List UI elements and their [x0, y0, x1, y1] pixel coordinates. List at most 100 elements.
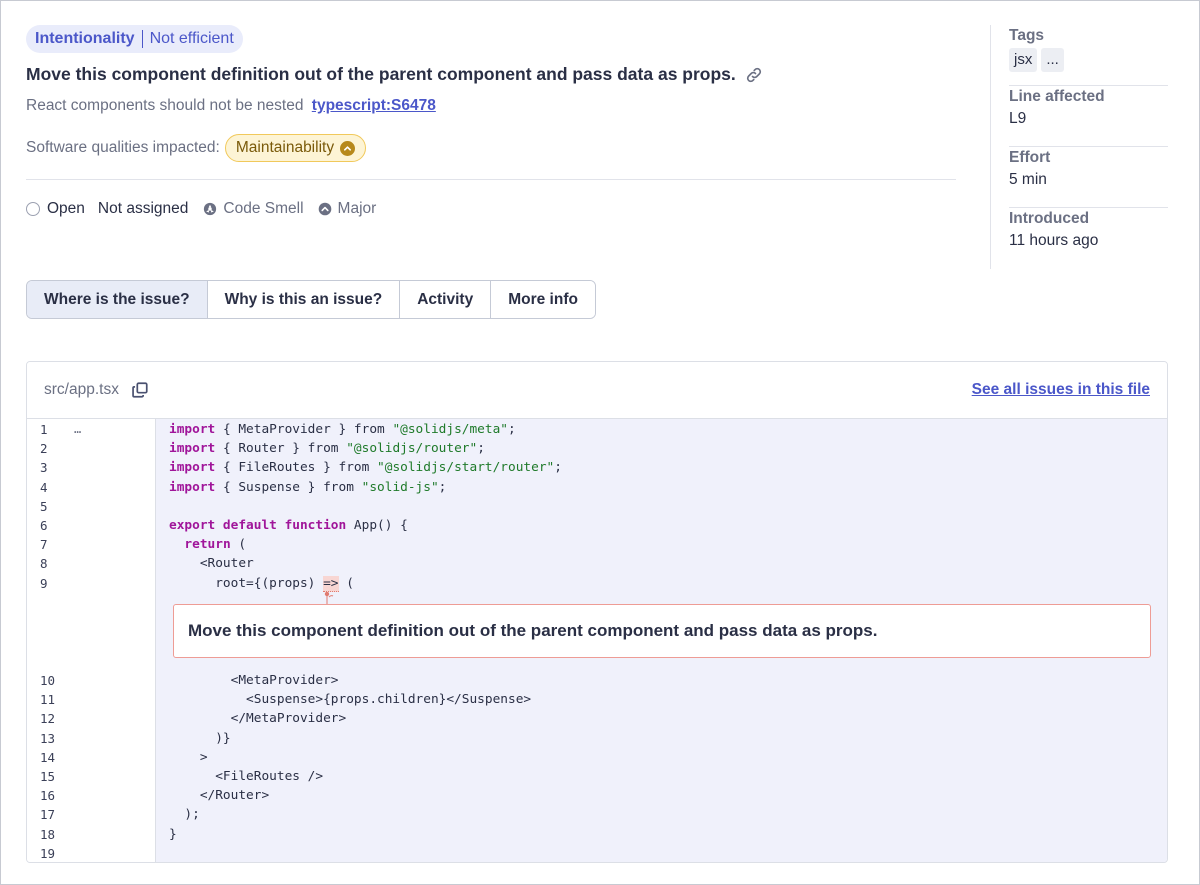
tags-more-button[interactable]: ... — [1041, 48, 1064, 72]
rule-key-link[interactable]: typescript:S6478 — [312, 97, 436, 114]
code-token: import — [169, 460, 216, 476]
copy-icon[interactable] — [131, 381, 149, 399]
line-source: </MetaProvider> — [169, 709, 347, 728]
effort-section: Effort 5 min — [1009, 147, 1168, 208]
badge-divider — [141, 30, 143, 48]
issue-severity: Major — [337, 200, 377, 217]
code-token: { Router } from — [215, 441, 347, 457]
see-all-issues-link[interactable]: See all issues in this file — [972, 381, 1150, 399]
line-source: <Suspense>{props.children}</Suspense> — [169, 690, 531, 709]
code-token: ; — [508, 422, 516, 437]
introduced-section: Introduced 11 hours ago — [1009, 208, 1168, 269]
line-affected-label: Line affected — [1009, 88, 1105, 105]
code-token: <FileRoutes /> — [169, 769, 324, 784]
code-token: ; — [438, 479, 447, 495]
code-token: } — [169, 826, 177, 842]
code-token: import — [169, 441, 216, 457]
line-number: 8 — [40, 556, 48, 572]
tab-more-info[interactable]: More info — [491, 281, 595, 318]
code-token: <MetaProvider> — [169, 673, 339, 688]
link-icon[interactable] — [745, 66, 763, 84]
code-token: <Router — [169, 556, 254, 572]
code-token: { MetaProvider } from — [215, 422, 393, 437]
rule-description: React components should not be nested ty… — [26, 97, 436, 115]
line-number: 2 — [40, 441, 48, 457]
line-number: 4 — [40, 479, 48, 495]
line-number: 6 — [40, 518, 48, 533]
code-token: return — [184, 537, 231, 553]
line-number: 19 — [40, 845, 56, 861]
code-token: { Suspense } from — [215, 479, 362, 495]
line-number: 18 — [40, 826, 56, 842]
line-number: 7 — [40, 537, 48, 553]
tag-item[interactable]: jsx — [1009, 48, 1038, 72]
issue-location-marker — [324, 591, 334, 604]
line-source: export default function App() { — [169, 516, 408, 535]
code-body: Move this component definition out of th… — [27, 419, 1167, 862]
code-token: ( — [230, 537, 247, 553]
code-token: ; — [477, 441, 485, 457]
line-affected-section: Line affected L9 — [1009, 86, 1168, 147]
quality-label: Maintainability — [235, 139, 335, 156]
line-source: import { Router } from "@solidjs/router"… — [169, 439, 485, 458]
code-token: export default function — [169, 518, 347, 533]
status-dropdown[interactable]: Open — [47, 200, 85, 218]
line-number: 10 — [40, 673, 56, 688]
line-number: 15 — [40, 769, 56, 784]
line-source: <MetaProvider> — [169, 671, 339, 690]
code-token: ( — [338, 575, 354, 591]
issue-tabs: Where is the issue? Why is this an issue… — [26, 280, 596, 319]
effort-value: 5 min — [1009, 171, 1047, 188]
code-token: import — [169, 422, 216, 437]
attribute-category: Intentionality — [35, 30, 135, 47]
issue-title-text: Move this component definition out of th… — [26, 64, 736, 84]
line-number: 3 — [40, 460, 48, 476]
assignee-dropdown[interactable]: Not assigned — [98, 200, 188, 218]
issue-title: Move this component definition out of th… — [26, 64, 763, 85]
issue-status-row: Open Not assigned Code Smell Major — [26, 199, 376, 219]
introduced-label: Introduced — [1009, 210, 1090, 227]
line-source: ); — [169, 805, 200, 824]
line-number: 14 — [40, 749, 56, 765]
code-smell-icon — [204, 202, 217, 216]
code-viewer: src/app.tsx See all issues in this file … — [26, 361, 1168, 863]
attribute-subcategory: Not efficient — [149, 30, 234, 47]
issue-location-message: Move this component definition out of th… — [173, 604, 1151, 658]
software-qualities: Software qualities impacted: Maintainabi… — [26, 134, 367, 162]
line-source: </Router> — [169, 786, 269, 805]
tab-activity[interactable]: Activity — [400, 281, 492, 318]
line-source: import { MetaProvider } from "@solidjs/m… — [169, 420, 516, 439]
line-number: 5 — [40, 498, 48, 514]
line-number: 17 — [40, 807, 56, 823]
line-source: )} — [169, 729, 231, 748]
code-token: "@solidjs/meta" — [392, 422, 509, 437]
line-source: <FileRoutes /> — [169, 767, 323, 786]
effort-label: Effort — [1009, 149, 1051, 166]
code-token: ); — [169, 807, 200, 823]
qualities-label: Software qualities impacted: — [26, 139, 220, 156]
line-source: } — [169, 825, 177, 844]
tab-why-is-this-an-issue[interactable]: Why is this an issue? — [207, 281, 401, 318]
maintainability-badge[interactable]: Maintainability — [224, 134, 367, 162]
issue-highlight: => — [323, 575, 339, 592]
tab-where-is-the-issue[interactable]: Where is the issue? — [27, 281, 208, 318]
line-options-ellipsis[interactable]: … — [74, 420, 81, 439]
issue-type: Code Smell — [223, 200, 304, 217]
line-affected-value: L9 — [1009, 110, 1027, 127]
code-token: root={(props) — [169, 575, 324, 591]
tags-list: jsx ... — [1009, 48, 1168, 72]
code-token: </MetaProvider> — [169, 711, 347, 727]
introduced-value: 11 hours ago — [1009, 232, 1099, 249]
rule-text: React components should not be nested — [26, 97, 304, 114]
line-source: import { FileRoutes } from "@solidjs/sta… — [169, 458, 562, 477]
line-source: root={(props) => ( — [169, 574, 354, 593]
code-token: > — [169, 749, 208, 765]
code-token: )} — [169, 730, 231, 746]
severity-major-icon — [340, 140, 356, 156]
code-token: "@solidjs/router" — [346, 441, 478, 457]
line-source: import { Suspense } from "solid-js"; — [169, 478, 446, 497]
line-source: > — [169, 748, 208, 767]
code-token: </Router> — [169, 788, 270, 804]
line-number: 9 — [40, 575, 48, 591]
